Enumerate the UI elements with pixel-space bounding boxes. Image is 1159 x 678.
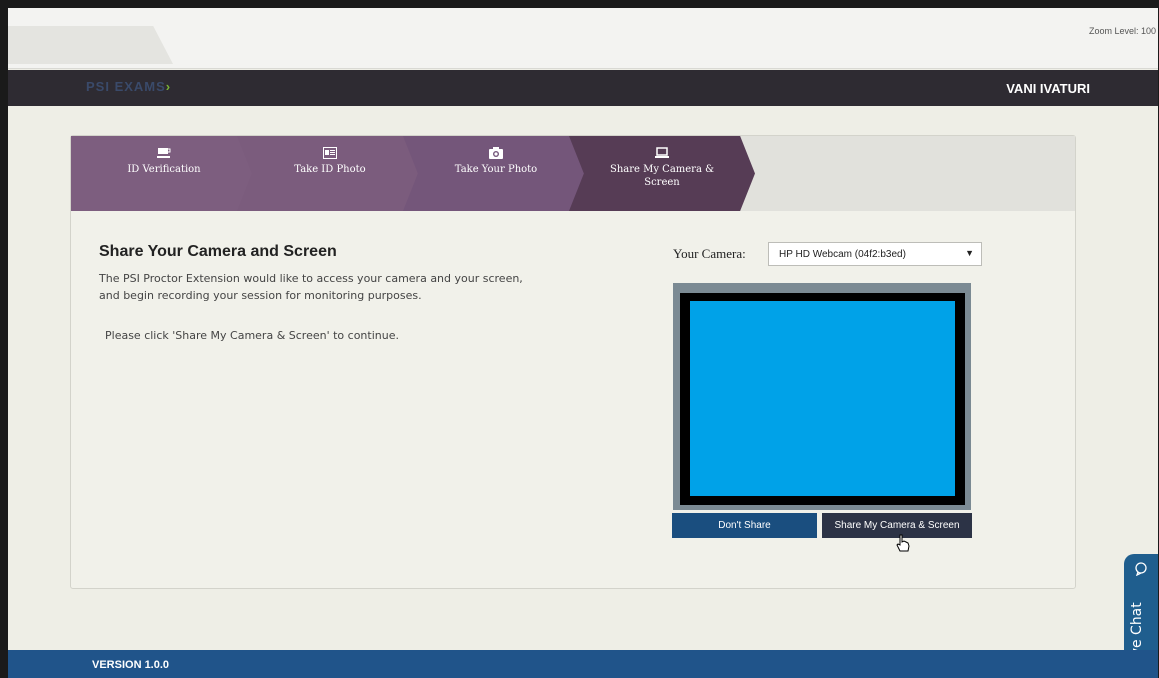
camera-select[interactable]: HP HD Webcam (04f2:b3ed) ▼ [768, 242, 982, 266]
hand-cursor-icon [896, 534, 910, 552]
preview-redacted-area [690, 301, 955, 496]
app-header: PSI EXAMS› VANI IVATURI [8, 70, 1158, 106]
logo-text: PSI EXAMS [86, 79, 166, 94]
step-id-verification[interactable]: ID Verification [71, 136, 257, 211]
logo[interactable]: PSI EXAMS› [86, 79, 171, 94]
zoom-level: Zoom Level: 100 [1088, 26, 1156, 36]
camera-icon [489, 147, 503, 159]
stepper: ID Verification Take ID Photo Take Your … [71, 136, 1075, 211]
browser-tab[interactable] [8, 26, 173, 64]
preview-frame [680, 293, 965, 505]
instruction-text: Please click 'Share My Camera & Screen' … [105, 329, 399, 342]
chat-bubble-icon [1135, 562, 1147, 576]
camera-label: Your Camera: [673, 246, 746, 261]
description-text: The PSI Proctor Extension would like to … [99, 272, 523, 302]
camera-select-value: HP HD Webcam (04f2:b3ed) [779, 249, 906, 260]
step-share-camera-screen[interactable]: Share My Camera & Screen [569, 136, 755, 211]
dropdown-arrow-icon: ▼ [965, 248, 974, 258]
cup-icon [157, 148, 171, 158]
footer: VERSION 1.0.0 [8, 650, 1158, 678]
step-label: Share My Camera & Screen [609, 164, 715, 188]
chevron-right-icon: › [165, 79, 172, 94]
step-label: Take Your Photo [454, 164, 538, 175]
browser-bar: Zoom Level: 100 [8, 8, 1158, 69]
user-name: VANI IVATURI [1006, 81, 1090, 96]
camera-preview [673, 283, 971, 510]
page-title: Share Your Camera and Screen [99, 243, 337, 260]
dont-share-button[interactable]: Don't Share [672, 513, 817, 538]
step-label: ID Verification [127, 164, 201, 175]
screen: Zoom Level: 100 PSI EXAMS› VANI IVATURI … [8, 8, 1158, 678]
laptop-icon [655, 147, 669, 158]
id-card-icon [323, 147, 337, 159]
step-take-id-photo[interactable]: Take ID Photo [237, 136, 423, 211]
step-take-your-photo[interactable]: Take Your Photo [403, 136, 589, 211]
version-label: VERSION 1.0.0 [92, 659, 170, 671]
content-card: ID Verification Take ID Photo Take Your … [70, 135, 1076, 589]
step-label: Take ID Photo [294, 164, 366, 175]
